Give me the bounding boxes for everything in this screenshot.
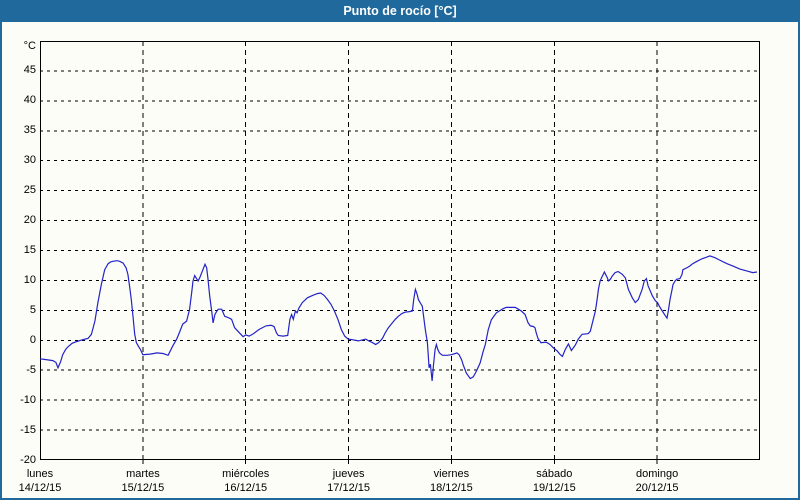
y-tick-label: -5 [0, 364, 36, 377]
y-tick-label: 0 [0, 334, 36, 347]
y-axis-unit-label: °C [0, 40, 36, 53]
x-day-date-label: 19/12/15 [533, 482, 576, 495]
x-day-date-label: 14/12/15 [19, 482, 62, 495]
x-day-date-label: 15/12/15 [121, 482, 164, 495]
x-day-name-label: sábado [536, 468, 572, 481]
y-tick-label: 5 [0, 304, 36, 317]
x-day-name-label: jueves [333, 468, 365, 481]
y-tick-label: 30 [0, 154, 36, 167]
window-title: Punto de rocío [°C] [343, 4, 456, 18]
x-day-name-label: viernes [434, 468, 469, 481]
y-tick-label: -10 [0, 394, 36, 407]
x-day-name-label: lunes [27, 468, 53, 481]
x-day-date-label: 18/12/15 [430, 482, 473, 495]
y-tick-label: 25 [0, 184, 36, 197]
y-tick-label: 10 [0, 274, 36, 287]
y-tick-label: -15 [0, 424, 36, 437]
y-tick-label: 20 [0, 214, 36, 227]
y-tick-label: 15 [0, 244, 36, 257]
window-titlebar: Punto de rocío [°C] [0, 0, 800, 22]
x-day-name-label: martes [126, 468, 160, 481]
app-window: Punto de rocío [°C] °C 45 40 35 30 25 20 15 10 5… [0, 0, 800, 500]
x-day-date-label: 17/12/15 [327, 482, 370, 495]
y-tick-label: -20 [0, 454, 36, 467]
y-tick-label: 45 [0, 64, 36, 77]
x-day-date-label: 16/12/15 [224, 482, 267, 495]
y-tick-label: 35 [0, 124, 36, 137]
x-day-name-label: miércoles [222, 468, 269, 481]
x-day-name-label: domingo [636, 468, 678, 481]
plot-area [40, 41, 760, 460]
x-day-date-label: 20/12/15 [636, 482, 679, 495]
dew-point-series-line [40, 256, 757, 381]
y-tick-label: 40 [0, 94, 36, 107]
